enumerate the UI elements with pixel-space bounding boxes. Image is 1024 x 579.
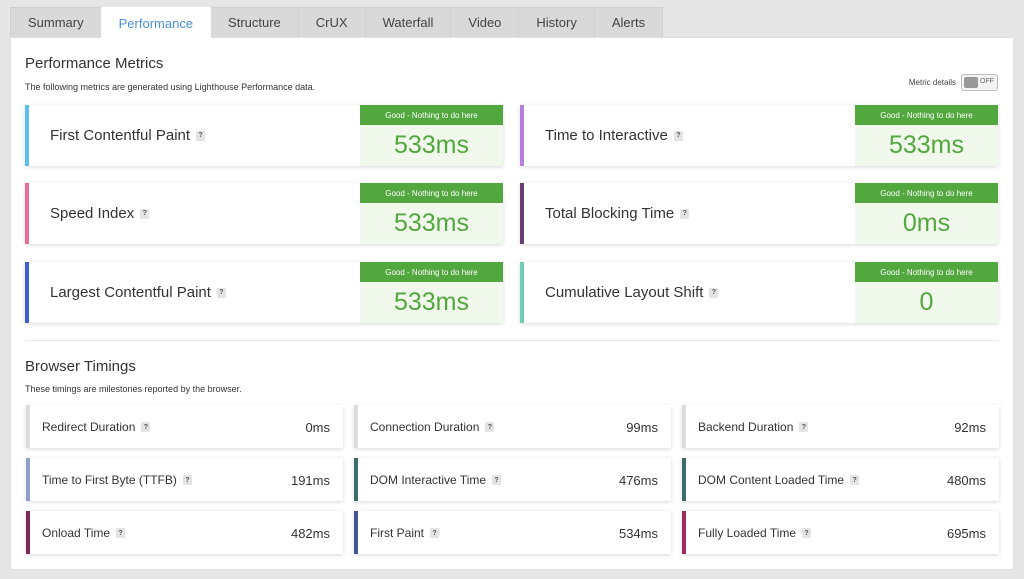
toggle-knob: [964, 77, 978, 88]
metric-grade: Good - Nothing to do here 0ms: [855, 183, 998, 244]
help-icon[interactable]: ?: [492, 475, 502, 485]
help-icon[interactable]: ?: [850, 475, 860, 485]
grade-label: Good - Nothing to do here: [360, 262, 503, 282]
metric-name: Largest Contentful Paint: [50, 284, 211, 301]
metric-name: Total Blocking Time: [545, 205, 675, 222]
metric-value: 533ms: [393, 209, 470, 237]
timing-value: 480ms: [946, 473, 986, 488]
timing-name: Onload Time: [42, 526, 111, 540]
timing-name: DOM Interactive Time: [370, 473, 487, 487]
help-icon[interactable]: ?: [216, 287, 226, 298]
performance-metrics-subtitle: The following metrics are generated usin…: [25, 82, 316, 92]
performance-metrics-title: Performance Metrics: [25, 55, 164, 72]
metric-name: First Contentful Paint: [50, 127, 191, 144]
grade-label: Good - Nothing to do here: [855, 262, 998, 282]
metric-grade: Good - Nothing to do here 533ms: [855, 105, 998, 166]
timing-name: Fully Loaded Time: [698, 526, 797, 540]
metric-card-total-blocking-time: Total Blocking Time? Good - Nothing to d…: [520, 183, 998, 244]
metric-card-cumulative-layout-shift: Cumulative Layout Shift? Good - Nothing …: [520, 262, 998, 323]
tab-history[interactable]: History: [518, 7, 595, 37]
grade-label: Good - Nothing to do here: [855, 105, 998, 125]
timing-card-dom-interactive-time: DOM Interactive Time? 476ms: [354, 458, 671, 501]
help-icon[interactable]: ?: [680, 208, 690, 219]
metric-name: Time to Interactive: [545, 127, 668, 144]
timing-value: 476ms: [618, 473, 658, 488]
timing-card-backend-duration: Backend Duration? 92ms: [682, 405, 999, 448]
metric-value: 533ms: [393, 288, 470, 316]
toggle-state: OFF: [980, 78, 994, 85]
timing-value: 695ms: [946, 526, 986, 541]
help-icon[interactable]: ?: [140, 208, 150, 219]
help-icon[interactable]: ?: [182, 475, 192, 485]
browser-timings-subtitle: These timings are milestones reported by…: [25, 384, 242, 394]
metric-details-label: Metric details: [908, 78, 956, 87]
metric-card-speed-index: Speed Index? Good - Nothing to do here 5…: [25, 183, 503, 244]
metric-card-first-contentful-paint: First Contentful Paint? Good - Nothing t…: [25, 105, 503, 166]
metric-grade: Good - Nothing to do here 0: [855, 262, 998, 323]
help-icon[interactable]: ?: [141, 422, 151, 432]
metric-value: 0ms: [902, 209, 951, 237]
browser-timings-title: Browser Timings: [25, 358, 136, 375]
tab-alerts[interactable]: Alerts: [593, 7, 664, 37]
metric-grade: Good - Nothing to do here 533ms: [360, 262, 503, 323]
timing-card-fully-loaded-time: Fully Loaded Time? 695ms: [682, 511, 999, 554]
timing-card-ttfb: Time to First Byte (TTFB)? 191ms: [26, 458, 343, 501]
timing-name: Time to First Byte (TTFB): [42, 473, 177, 487]
grade-label: Good - Nothing to do here: [360, 105, 503, 125]
metric-card-time-to-interactive: Time to Interactive? Good - Nothing to d…: [520, 105, 998, 166]
tab-summary[interactable]: Summary: [10, 7, 102, 37]
metric-card-largest-contentful-paint: Largest Contentful Paint? Good - Nothing…: [25, 262, 503, 323]
timing-card-onload-time: Onload Time? 482ms: [26, 511, 343, 554]
timing-name: Redirect Duration: [42, 420, 136, 434]
metric-value: 533ms: [393, 131, 470, 159]
tab-waterfall[interactable]: Waterfall: [364, 7, 452, 37]
grade-label: Good - Nothing to do here: [360, 183, 503, 203]
tab-bar: Summary Performance Structure CrUX Water…: [10, 7, 664, 38]
timing-card-first-paint: First Paint? 534ms: [354, 511, 671, 554]
metric-value: 533ms: [888, 131, 965, 159]
timing-name: Connection Duration: [370, 420, 480, 434]
timing-card-dom-content-loaded-time: DOM Content Loaded Time? 480ms: [682, 458, 999, 501]
tab-crux[interactable]: CrUX: [297, 7, 366, 37]
timing-value: 191ms: [290, 473, 330, 488]
help-icon[interactable]: ?: [709, 287, 719, 298]
timing-value: 482ms: [290, 526, 330, 541]
timing-value: 0ms: [305, 420, 330, 435]
metric-name: Cumulative Layout Shift: [545, 284, 704, 301]
help-icon[interactable]: ?: [116, 528, 126, 538]
help-icon[interactable]: ?: [430, 528, 440, 538]
metric-details-toggle[interactable]: OFF: [961, 74, 998, 91]
performance-panel: Performance Metrics The following metric…: [10, 37, 1014, 570]
tab-structure[interactable]: Structure: [210, 7, 299, 37]
help-icon[interactable]: ?: [799, 422, 809, 432]
metric-grade: Good - Nothing to do here 533ms: [360, 105, 503, 166]
section-divider: [25, 340, 999, 341]
help-icon[interactable]: ?: [802, 528, 812, 538]
timing-value: 534ms: [618, 526, 658, 541]
metric-grade: Good - Nothing to do here 533ms: [360, 183, 503, 244]
timing-name: DOM Content Loaded Time: [698, 473, 845, 487]
grade-label: Good - Nothing to do here: [855, 183, 998, 203]
metric-name: Speed Index: [50, 205, 135, 222]
timing-card-connection-duration: Connection Duration? 99ms: [354, 405, 671, 448]
timing-name: Backend Duration: [698, 420, 794, 434]
timing-value: 99ms: [626, 420, 658, 435]
timing-value: 92ms: [954, 420, 986, 435]
help-icon[interactable]: ?: [673, 130, 683, 141]
metric-value: 0: [919, 288, 934, 316]
timing-card-redirect-duration: Redirect Duration? 0ms: [26, 405, 343, 448]
tab-video[interactable]: Video: [450, 7, 520, 37]
tab-performance[interactable]: Performance: [100, 7, 212, 38]
help-icon[interactable]: ?: [485, 422, 495, 432]
help-icon[interactable]: ?: [196, 130, 206, 141]
timing-name: First Paint: [370, 526, 425, 540]
metric-details-toggle-group: Metric details OFF: [909, 74, 998, 91]
